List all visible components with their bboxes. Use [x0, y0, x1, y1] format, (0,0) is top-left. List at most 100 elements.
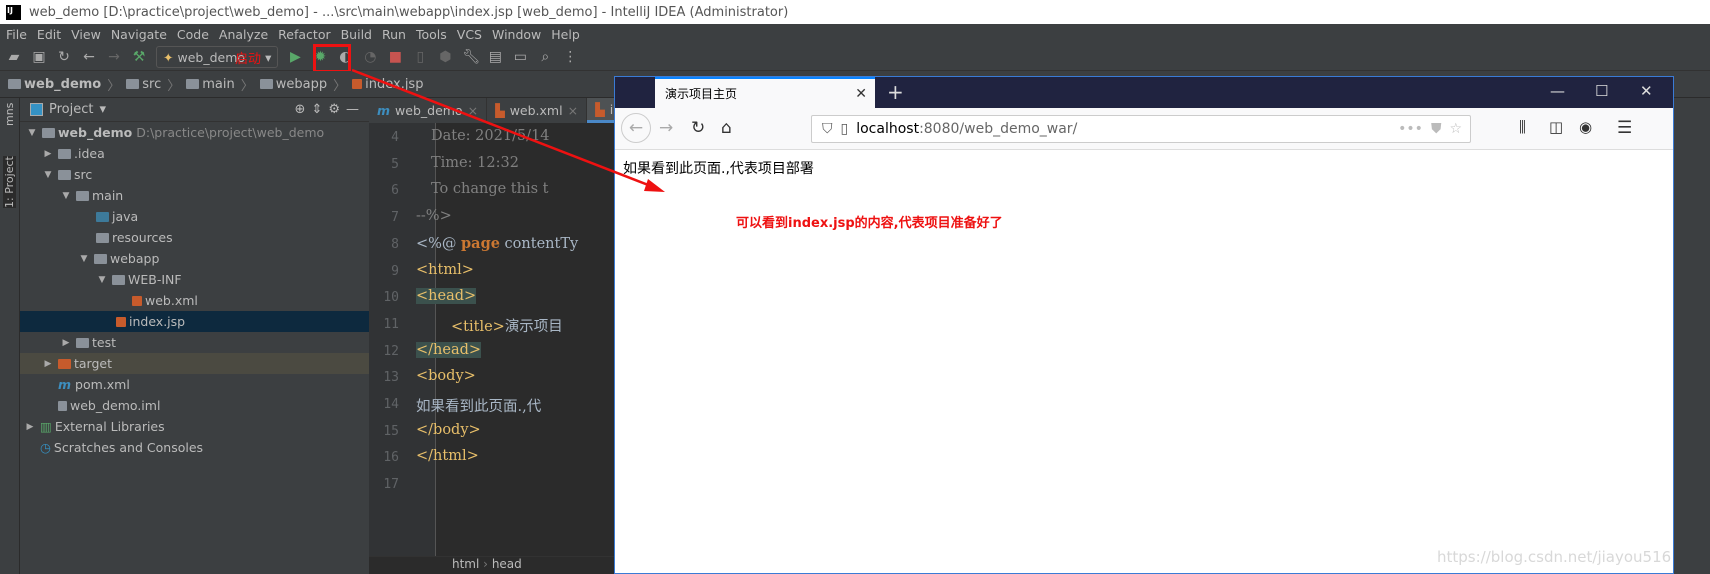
- page-info-icon[interactable]: ▯: [841, 121, 849, 137]
- breadcrumb-webapp[interactable]: webapp: [259, 77, 327, 92]
- reload-icon[interactable]: ↻: [691, 118, 705, 138]
- account-icon[interactable]: ◉: [1579, 118, 1592, 136]
- crumb-head[interactable]: head: [492, 557, 522, 571]
- breadcrumb-main[interactable]: main: [186, 77, 235, 92]
- tree-item-idea[interactable]: ▶ .idea: [20, 143, 369, 164]
- project-view-select[interactable]: Project: [49, 102, 93, 117]
- tree-item-scratches[interactable]: ◷ Scratches and Consoles: [20, 437, 369, 458]
- menu-navigate[interactable]: Navigate: [111, 27, 167, 42]
- tree-item-src[interactable]: ▼ src: [20, 164, 369, 185]
- forward-icon[interactable]: →: [106, 49, 122, 65]
- code-line[interactable]: Time: 12:32: [431, 155, 519, 171]
- more-actions-icon[interactable]: •••: [1398, 121, 1423, 137]
- search-icon[interactable]: ⌕: [537, 49, 553, 65]
- menu-tools[interactable]: Tools: [416, 27, 447, 42]
- pocket-icon[interactable]: ⛊: [1431, 121, 1442, 137]
- menu-edit[interactable]: Edit: [37, 27, 61, 42]
- url-bar[interactable]: ⛉ ▯ localhost:8080/web_demo_war/••• ⛊ ☆: [811, 115, 1471, 143]
- menu-view[interactable]: View: [71, 27, 101, 42]
- code-line[interactable]: 如果看到此页面.,代: [416, 395, 541, 416]
- breadcrumb-web-demo[interactable]: web_demo: [8, 77, 101, 92]
- code-line[interactable]: --%>: [416, 208, 452, 224]
- vcs-icon[interactable]: ⋮: [562, 49, 578, 65]
- locate-icon[interactable]: ⊕: [295, 102, 306, 117]
- menu-vcs[interactable]: VCS: [457, 27, 482, 42]
- close-tab-icon[interactable]: ✕: [855, 86, 867, 102]
- tree-item-test[interactable]: ▶ test: [20, 332, 369, 353]
- maximize-window-icon[interactable]: ☐: [1595, 82, 1608, 100]
- code-line[interactable]: <title>演示项目: [451, 315, 563, 336]
- tree-item-index-jsp[interactable]: index.jsp: [20, 311, 369, 332]
- code-line[interactable]: </head>: [416, 341, 482, 358]
- profile-icon[interactable]: ◔: [362, 49, 378, 65]
- tree-item-target[interactable]: ▶ target: [20, 353, 369, 374]
- terminal-icon[interactable]: ▭: [512, 49, 528, 65]
- build-hammer-icon[interactable]: ⚒: [131, 49, 147, 65]
- code-line[interactable]: </html>: [416, 448, 479, 464]
- menu-window[interactable]: Window: [492, 27, 541, 42]
- browser-tab[interactable]: 演示项目主页 ✕: [655, 77, 875, 108]
- crumb-html[interactable]: html: [452, 557, 479, 571]
- code-line[interactable]: <html>: [416, 262, 474, 278]
- run-icon[interactable]: ▶: [287, 49, 303, 65]
- tree-item-web-demo[interactable]: ▼ web_demo D:\practice\project\web_demo: [20, 122, 369, 143]
- close-icon[interactable]: ×: [468, 103, 478, 118]
- device-icon[interactable]: ▯: [412, 49, 428, 65]
- menu-refactor[interactable]: Refactor: [278, 27, 330, 42]
- code-line[interactable]: Date: 2021/5/14: [431, 128, 550, 144]
- code-line[interactable]: <%@ page contentTy: [416, 235, 578, 252]
- menu-code[interactable]: Code: [177, 27, 209, 42]
- code-line[interactable]: </body>: [416, 422, 481, 438]
- shield-icon[interactable]: ⛉: [822, 121, 833, 137]
- minimize-window-icon[interactable]: —: [1550, 82, 1565, 100]
- tree-item-java[interactable]: java: [20, 206, 369, 227]
- save-icon[interactable]: ▣: [31, 49, 47, 65]
- expanded-arrow-icon[interactable]: ▼: [96, 275, 108, 285]
- menu-build[interactable]: Build: [341, 27, 372, 42]
- close-window-icon[interactable]: ✕: [1640, 82, 1653, 100]
- collapse-all-icon[interactable]: ⇕: [311, 102, 322, 117]
- home-icon[interactable]: ⌂: [721, 118, 732, 138]
- collapsed-arrow-icon[interactable]: ▶: [42, 359, 54, 369]
- tree-item-resources[interactable]: resources: [20, 227, 369, 248]
- tool-window-mns[interactable]: mns: [3, 103, 16, 126]
- menu-file[interactable]: File: [6, 27, 27, 42]
- close-icon[interactable]: ×: [568, 103, 578, 118]
- collapsed-arrow-icon[interactable]: ▶: [60, 338, 72, 348]
- settings-wrench-icon[interactable]: 🔧︎: [462, 49, 480, 65]
- project-structure-icon[interactable]: ▤: [487, 49, 503, 65]
- code-line[interactable]: <body>: [416, 368, 476, 384]
- breadcrumb-index-jsp[interactable]: index.jsp: [352, 77, 423, 92]
- code-line[interactable]: To change this t: [431, 181, 548, 197]
- sidebar-icon[interactable]: ◫: [1549, 118, 1563, 136]
- forward-icon[interactable]: →: [659, 118, 673, 138]
- run-configuration-select[interactable]: ✦ web_demo 启动 ▾: [156, 46, 279, 68]
- tree-item-pom-xml[interactable]: m pom.xml: [20, 374, 369, 395]
- library-icon[interactable]: ⫼: [1519, 118, 1526, 136]
- collapsed-arrow-icon[interactable]: ▶: [24, 422, 36, 432]
- breadcrumb-src[interactable]: src: [126, 77, 161, 92]
- bookmark-star-icon[interactable]: ☆: [1449, 121, 1462, 137]
- menu-hamburger-icon[interactable]: ☰: [1617, 118, 1632, 138]
- back-icon[interactable]: ←: [621, 113, 651, 143]
- collapsed-arrow-icon[interactable]: ▶: [42, 149, 54, 159]
- new-tab-icon[interactable]: +: [887, 80, 904, 104]
- tool-window-project[interactable]: 1: Project: [3, 156, 16, 208]
- chevron-down-icon[interactable]: ▾: [99, 102, 106, 117]
- tree-item-iml[interactable]: web_demo.iml: [20, 395, 369, 416]
- tab-web-xml[interactable]: ▙ web.xml ×: [487, 98, 588, 123]
- menu-analyze[interactable]: Analyze: [219, 27, 268, 42]
- expanded-arrow-icon[interactable]: ▼: [26, 128, 38, 138]
- tree-item-web-xml[interactable]: web.xml: [20, 290, 369, 311]
- tree-item-main[interactable]: ▼ main: [20, 185, 369, 206]
- sync-icon[interactable]: ↻: [56, 49, 72, 65]
- stop-icon[interactable]: ■: [387, 49, 403, 65]
- code-line[interactable]: <head>: [416, 288, 477, 305]
- tree-item-web-inf[interactable]: ▼ WEB-INF: [20, 269, 369, 290]
- back-icon[interactable]: ←: [81, 49, 97, 65]
- open-folder-icon[interactable]: ▰: [6, 49, 22, 65]
- tree-item-webapp[interactable]: ▼ webapp: [20, 248, 369, 269]
- gear-icon[interactable]: ⚙: [328, 102, 340, 117]
- tab-web-demo[interactable]: m web_demo ×: [369, 98, 488, 123]
- package-icon[interactable]: ⬢: [437, 49, 453, 65]
